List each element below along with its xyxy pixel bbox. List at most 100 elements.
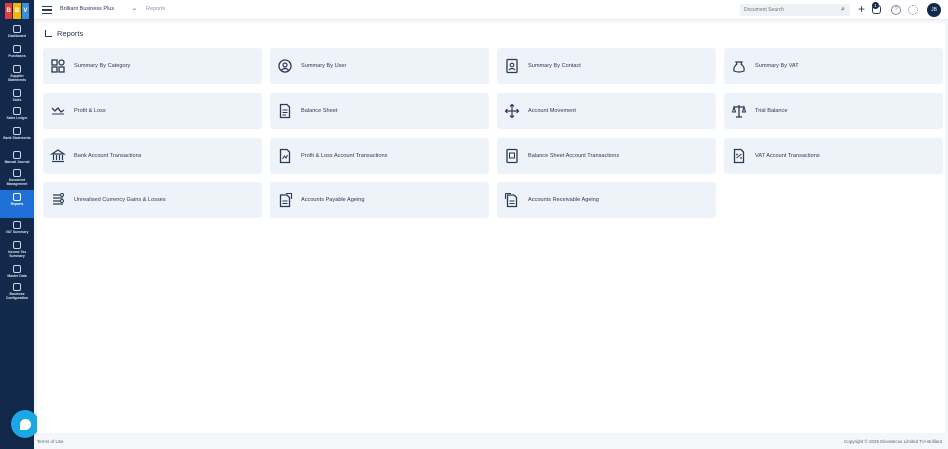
- sidebar-item-label: VAT Summary: [5, 230, 29, 234]
- report-card-summary-by-contact[interactable]: Summary By Contact: [497, 48, 716, 84]
- bank-transactions-icon: [50, 148, 66, 164]
- search-icon[interactable]: ⌕: [841, 6, 845, 14]
- report-card-profit-loss-account-transactions[interactable]: Profit & Loss Account Transactions: [270, 138, 489, 174]
- sidebar-item-reports[interactable]: Reports: [0, 190, 34, 218]
- search-input[interactable]: [744, 4, 834, 16]
- gear-icon[interactable]: [908, 5, 918, 15]
- report-card-label: Profit & Loss: [74, 108, 106, 114]
- vat-icon: [13, 221, 21, 229]
- report-card-vat-account-transactions[interactable]: VAT Account Transactions: [724, 138, 943, 174]
- document-search: ⌕: [740, 4, 850, 16]
- avatar[interactable]: JB: [927, 3, 941, 17]
- report-card-account-movement[interactable]: Account Movement: [497, 93, 716, 129]
- journal-icon: [13, 151, 21, 159]
- report-card-label: Summary By User: [301, 63, 347, 69]
- report-card-balance-sheet[interactable]: Balance Sheet: [270, 93, 489, 129]
- report-card-summary-by-category[interactable]: Summary By Category: [43, 48, 262, 84]
- breadcrumb: Reports: [146, 6, 166, 12]
- logo-letter: B: [13, 3, 21, 19]
- database-icon: [13, 265, 21, 273]
- report-card-label: Balance Sheet: [301, 108, 338, 114]
- sidebar-nav: Dashboard Purchases Supplier Statements Sal…: [0, 22, 34, 306]
- add-icon[interactable]: +: [858, 2, 865, 16]
- report-card-label: Summary By Category: [74, 63, 131, 69]
- sidebar-item-label: Sales Ledger: [6, 116, 28, 120]
- bank-icon: [13, 127, 21, 135]
- report-card-label: Accounts Payable Ageing: [301, 197, 365, 203]
- report-card-unrealised-currency-gains-losses[interactable]: Unrealised Currency Gains & Losses: [43, 182, 262, 218]
- chart-icon: [13, 193, 21, 201]
- reports-panel: Reports Summary By Category Summary By Us…: [37, 23, 945, 433]
- report-card-label: Account Movement: [528, 108, 576, 114]
- sidebar-item-income-tax-summary[interactable]: Income Tax Summary: [0, 238, 34, 262]
- sidebar-item-business-configuration[interactable]: Business Configuration: [0, 280, 34, 306]
- sidebar: B B V Dashboard Purchases Supplier Stateme…: [0, 0, 39, 449]
- report-card-summary-by-vat[interactable]: Summary By VAT: [724, 48, 943, 84]
- report-card-label: Summary By Contact: [528, 63, 581, 69]
- company-selector[interactable]: Brilliant Business Plus: [60, 6, 114, 12]
- receivable-icon: [504, 192, 520, 208]
- chat-button[interactable]: [11, 410, 39, 438]
- sidebar-item-document-management[interactable]: Document Management: [0, 166, 34, 190]
- sidebar-item-label: Manual Journal: [4, 160, 30, 164]
- logo-letter: B: [5, 3, 13, 19]
- report-card-label: Unrealised Currency Gains & Losses: [74, 197, 166, 203]
- logo-letter: V: [21, 3, 29, 19]
- page-title: Reports: [57, 29, 84, 38]
- currency-icon: [50, 192, 66, 208]
- balance-sheet-icon: [277, 103, 293, 119]
- report-card-accounts-receivable-ageing[interactable]: Accounts Receivable Ageing: [497, 182, 716, 218]
- sidebar-item-label: Supplier Statements: [7, 74, 27, 82]
- sidebar-item-label: Master Data: [7, 274, 27, 278]
- sidebar-item-purchases[interactable]: Purchases: [0, 42, 34, 62]
- document-icon: [13, 169, 21, 177]
- sidebar-item-dashboard[interactable]: Dashboard: [0, 22, 34, 42]
- chat-bubble-icon: [19, 418, 31, 430]
- sidebar-item-vat-summary[interactable]: VAT Summary: [0, 218, 34, 238]
- report-card-accounts-payable-ageing[interactable]: Accounts Payable Ageing: [270, 182, 489, 218]
- bs-transactions-icon: [504, 148, 520, 164]
- chevron-down-icon[interactable]: ⌄: [132, 5, 137, 12]
- sidebar-item-sales-ledger[interactable]: Sales Ledger: [0, 104, 34, 124]
- notification-badge: 1: [872, 2, 879, 9]
- sidebar-item-sales[interactable]: Sales: [0, 86, 34, 104]
- payable-icon: [277, 192, 293, 208]
- contact-icon: [504, 58, 520, 74]
- sidebar-item-master-data[interactable]: Master Data: [0, 262, 34, 280]
- pl-transactions-icon: [277, 148, 293, 164]
- sidebar-item-label: Income Tax Summary: [7, 250, 27, 258]
- report-card-profit-loss[interactable]: Profit & Loss: [43, 93, 262, 129]
- report-card-label: Bank Account Transactions: [74, 153, 142, 159]
- terms-link[interactable]: Terms of Use: [37, 439, 64, 444]
- brand-logo[interactable]: B B V: [5, 3, 29, 19]
- report-card-trial-balance[interactable]: Trial Balance: [724, 93, 943, 129]
- report-card-balance-sheet-account-transactions[interactable]: Balance Sheet Account Transactions: [497, 138, 716, 174]
- category-icon: [50, 58, 66, 74]
- hamburger-menu-icon[interactable]: [42, 6, 52, 14]
- vat-transactions-icon: [731, 148, 747, 164]
- report-card-label: Profit & Loss Account Transactions: [301, 153, 388, 159]
- report-card-label: Balance Sheet Account Transactions: [528, 153, 620, 159]
- gauge-icon: [13, 25, 21, 33]
- report-card-bank-account-transactions[interactable]: Bank Account Transactions: [43, 138, 262, 174]
- report-card-label: Trial Balance: [755, 108, 788, 114]
- report-card-label: Accounts Receivable Ageing: [528, 197, 599, 203]
- help-icon[interactable]: ?: [891, 5, 901, 15]
- sidebar-item-supplier-statements[interactable]: Supplier Statements: [0, 62, 34, 86]
- reports-chart-icon: [45, 30, 52, 37]
- report-card-summary-by-user[interactable]: Summary By User: [270, 48, 489, 84]
- report-card-label: VAT Account Transactions: [755, 153, 820, 159]
- account-movement-icon: [504, 103, 520, 119]
- sidebar-item-manual-journal[interactable]: Manual Journal: [0, 148, 34, 166]
- profit-loss-icon: [50, 103, 66, 119]
- sidebar-item-label: Dashboard: [8, 34, 26, 38]
- sidebar-item-label: Sales: [12, 98, 22, 102]
- sidebar-item-bank-statements[interactable]: Bank Statements: [0, 124, 34, 148]
- tax-icon: [13, 241, 21, 249]
- report-card-label: Summary By VAT: [755, 63, 799, 69]
- sidebar-item-label: Business Configuration: [5, 292, 29, 300]
- receipt-icon: [13, 89, 21, 97]
- sidebar-item-label: Bank Statements: [3, 136, 31, 140]
- user-icon: [277, 58, 293, 74]
- statement-icon: [13, 65, 21, 73]
